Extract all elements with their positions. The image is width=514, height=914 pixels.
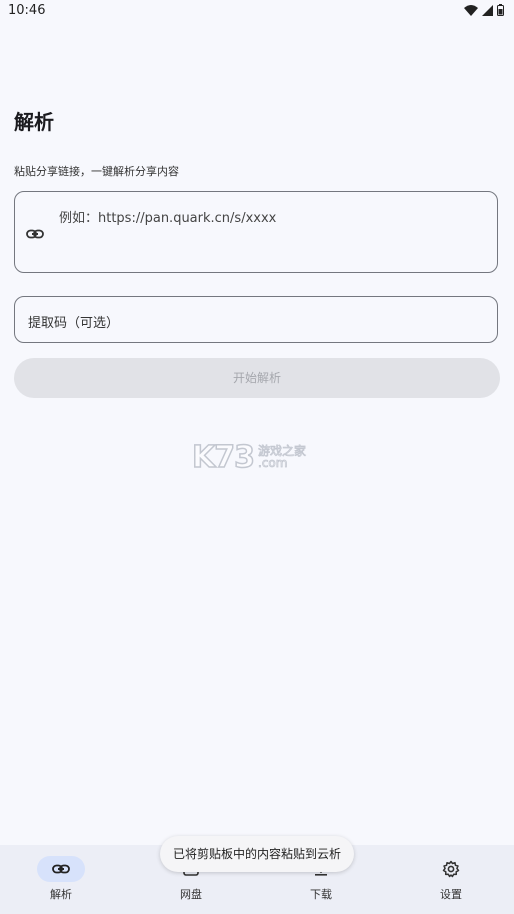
extraction-code-field[interactable]: 提取码（可选） (14, 296, 498, 343)
share-link-placeholder: 例如：https://pan.quark.cn/s/xxxx (59, 211, 277, 226)
nav-item-settings[interactable]: 设置 (387, 845, 514, 914)
status-time: 10:46 (8, 3, 46, 18)
status-icons (464, 4, 504, 16)
status-bar: 10:46 (0, 0, 514, 24)
wifi-icon (464, 4, 478, 16)
nav-label-download: 下载 (310, 888, 332, 901)
gear-icon (441, 859, 461, 879)
link-icon (51, 859, 71, 879)
nav-label-parse: 解析 (50, 888, 72, 901)
extraction-code-placeholder: 提取码（可选） (28, 316, 120, 331)
clipboard-toast: 已将剪贴板中的内容粘贴到云析 (160, 836, 354, 872)
battery-icon (497, 4, 504, 16)
link-icon (25, 224, 45, 244)
start-parse-button[interactable]: 开始解析 (14, 358, 500, 398)
page-subtitle: 粘贴分享链接，一键解析分享内容 (14, 165, 179, 178)
signal-icon (482, 4, 493, 16)
nav-label-cloud-drive: 网盘 (180, 888, 202, 901)
share-link-field[interactable]: 例如：https://pan.quark.cn/s/xxxx (14, 191, 498, 273)
watermark-main: K73 (191, 439, 256, 476)
watermark-com: .com (258, 456, 288, 470)
watermark-logo: K73 游戏之家 .com (191, 439, 322, 476)
nav-item-parse[interactable]: 解析 (0, 845, 125, 914)
nav-label-settings: 设置 (440, 888, 462, 901)
page-title: 解析 (14, 110, 54, 134)
